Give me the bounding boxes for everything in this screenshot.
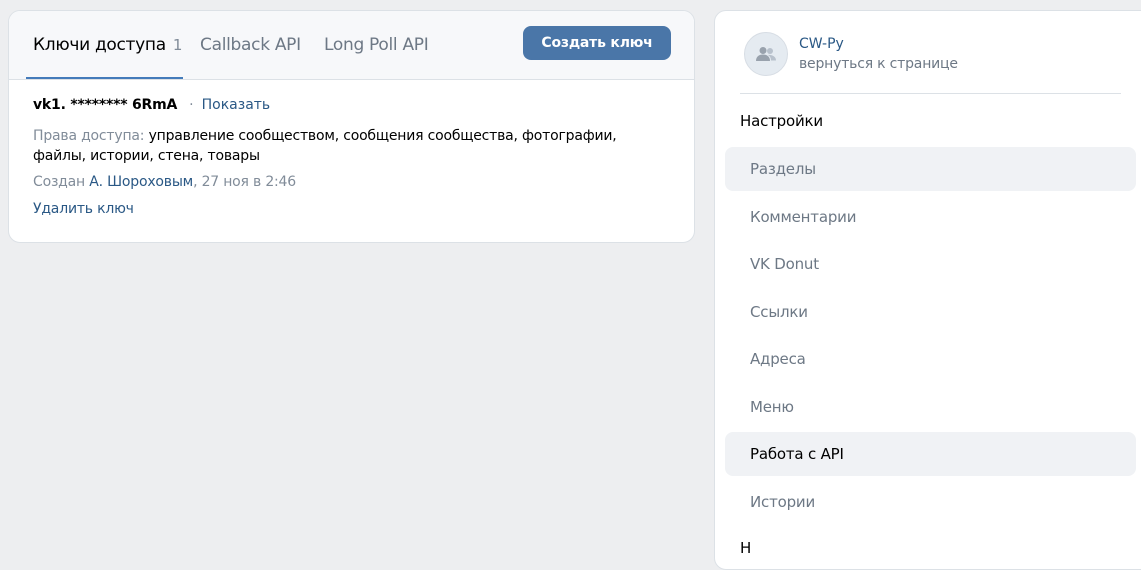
created-prefix: Создан (33, 174, 85, 190)
community-name[interactable]: CW-Py (799, 34, 958, 54)
key-permissions: Права доступа: управление сообществом, с… (33, 126, 673, 166)
sidebar-item-comments[interactable]: Комментарии (725, 195, 1136, 239)
tab-label: Ключи доступа (33, 35, 166, 55)
tab-label: Callback API (200, 35, 301, 55)
divider (740, 93, 1121, 94)
sidebar-item-addresses[interactable]: Адреса (725, 337, 1136, 381)
settings-sidebar: CW-Py вернуться к странице Настройки Раз… (714, 10, 1141, 570)
tabs-bar: Ключи доступа 1 Callback API Long Poll A… (9, 11, 694, 80)
tab-callback-api[interactable]: Callback API (200, 11, 301, 79)
back-to-page-link[interactable]: вернуться к странице (799, 54, 958, 74)
settings-menu: Разделы Комментарии VK Donut Ссылки Адре… (725, 147, 1136, 527)
separator-dot: · (189, 97, 194, 113)
create-key-button[interactable]: Создать ключ (523, 26, 671, 60)
api-keys-card: Ключи доступа 1 Callback API Long Poll A… (8, 10, 695, 243)
sidebar-item-api[interactable]: Работа с API (725, 432, 1136, 476)
tab-access-keys[interactable]: Ключи доступа 1 (33, 11, 182, 79)
access-key-item: vk1. ******** 6RmA · Показать Права дост… (33, 97, 673, 217)
users-icon (744, 32, 788, 76)
sidebar-item-stories[interactable]: Истории (725, 480, 1136, 524)
key-name: vk1. ******** 6RmA (33, 97, 178, 113)
sidebar-item-links[interactable]: Ссылки (725, 290, 1136, 334)
tab-count: 1 (172, 36, 183, 54)
sidebar-item-cut-off: Н (740, 539, 752, 557)
community-header[interactable]: CW-Py вернуться к странице (744, 32, 958, 76)
creator-link[interactable]: А. Шороховым (89, 174, 193, 190)
tab-label: Long Poll API (324, 35, 429, 55)
sidebar-item-menu[interactable]: Меню (725, 385, 1136, 429)
created-date: , 27 ноя в 2:46 (193, 174, 296, 190)
section-title: Настройки (740, 112, 823, 130)
sidebar-item-vk-donut[interactable]: VK Donut (725, 242, 1136, 286)
sidebar-item-sections[interactable]: Разделы (725, 147, 1136, 191)
tab-long-poll-api[interactable]: Long Poll API (324, 11, 429, 79)
permissions-label: Права доступа: (33, 128, 145, 144)
delete-key-link[interactable]: Удалить ключ (33, 201, 134, 217)
active-tab-indicator (26, 77, 183, 79)
show-key-link[interactable]: Показать (202, 97, 271, 113)
key-created-info: Создан А. Шороховым, 27 ноя в 2:46 (33, 174, 673, 190)
